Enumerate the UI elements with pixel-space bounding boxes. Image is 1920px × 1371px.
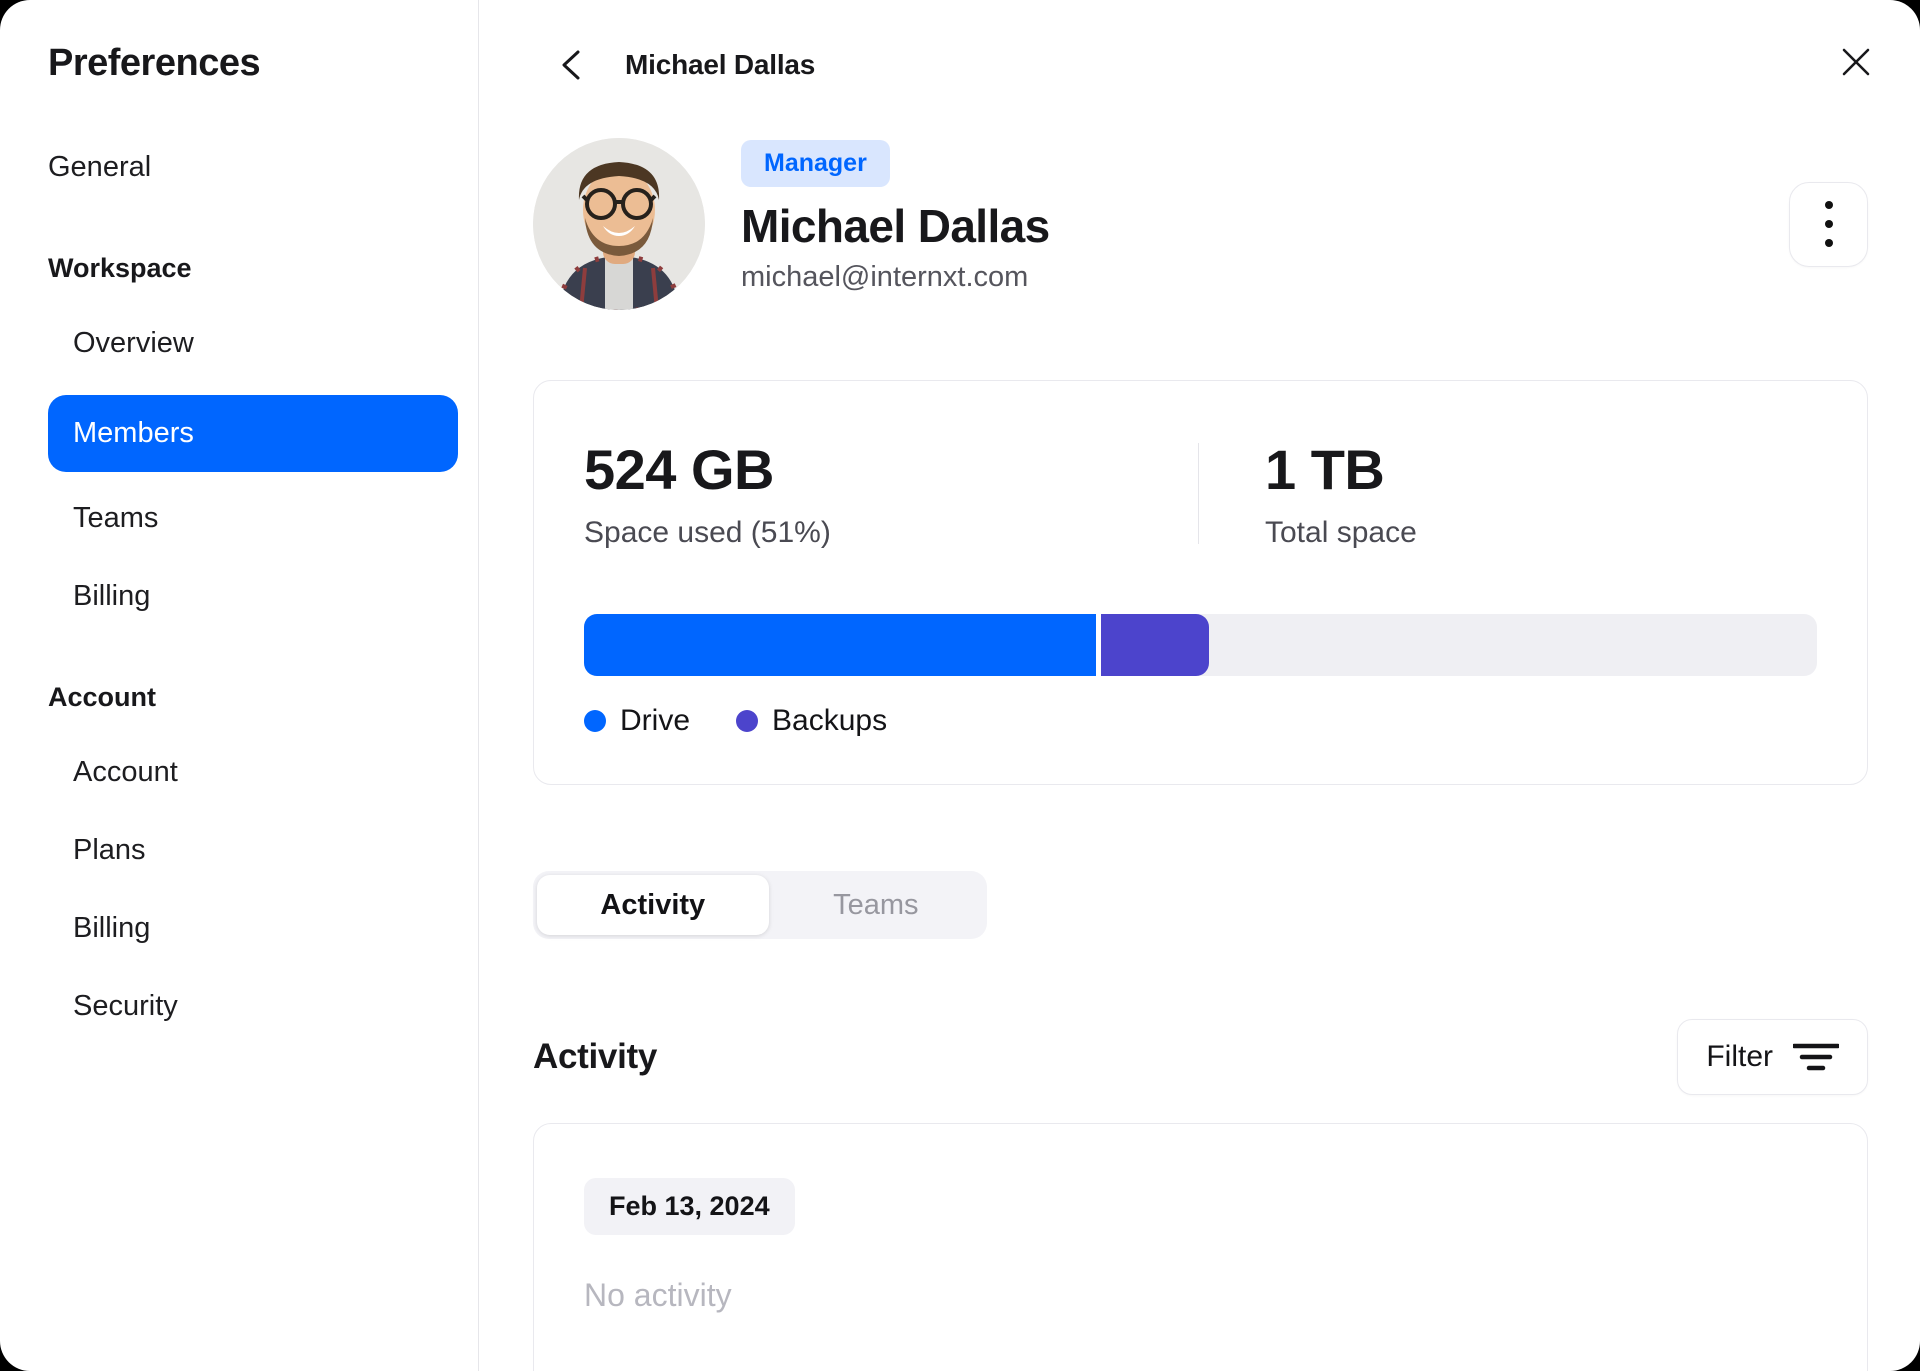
profile-info: Manager Michael Dallas michael@internxt.…: [741, 138, 1050, 294]
legend-item-drive: Drive: [584, 704, 690, 738]
tab-teams[interactable]: Teams: [769, 875, 983, 935]
filter-button[interactable]: Filter: [1677, 1019, 1868, 1095]
kebab-menu-icon: [1824, 201, 1833, 247]
sidebar-item-overview[interactable]: Overview: [48, 323, 458, 363]
sidebar-title: Preferences: [48, 42, 261, 84]
sidebar-nav: General Workspace Overview Members Teams…: [48, 147, 458, 1026]
sidebar-item-billing-workspace[interactable]: Billing: [48, 576, 458, 616]
role-badge: Manager: [741, 140, 890, 187]
drive-legend-dot: [584, 710, 606, 732]
tab-activity[interactable]: Activity: [537, 875, 769, 935]
total-space-value: 1 TB: [1265, 438, 1385, 501]
filter-lines-icon: [1793, 1042, 1839, 1072]
sidebar-item-teams[interactable]: Teams: [48, 498, 458, 538]
backups-legend-label: Backups: [772, 704, 888, 737]
member-email: michael@internxt.com: [741, 261, 1029, 293]
segment-gap: [1095, 614, 1101, 676]
back-button[interactable]: [551, 45, 591, 85]
topbar: Michael Dallas: [533, 0, 1870, 96]
sidebar-item-members[interactable]: Members: [48, 395, 458, 472]
storage-stats: 524 GB Space used (51%) 1 TB Total space: [584, 437, 1817, 550]
filter-button-label: Filter: [1706, 1040, 1773, 1073]
backups-usage-segment: [1100, 614, 1210, 676]
preferences-window: Preferences General Workspace Overview M…: [0, 0, 1920, 1371]
member-profile: Manager Michael Dallas michael@internxt.…: [533, 138, 1868, 310]
member-options-button[interactable]: [1789, 181, 1868, 267]
close-icon: [1839, 45, 1873, 79]
no-activity-text: No activity: [584, 1277, 732, 1313]
sidebar-item-security[interactable]: Security: [48, 986, 458, 1026]
space-used-value: 524 GB: [584, 438, 775, 501]
space-used-stat: 524 GB Space used (51%): [584, 437, 1198, 550]
sidebar-section-account: Account: [48, 682, 156, 712]
detail-tabs: Activity Teams: [533, 871, 987, 939]
sidebar-item-account[interactable]: Account: [48, 752, 458, 792]
total-space-label: Total space: [1265, 516, 1417, 549]
drive-usage-segment: [584, 614, 1096, 676]
avatar: [533, 138, 705, 310]
space-used-label: Space used (51%): [584, 516, 831, 549]
activity-heading: Activity: [533, 1037, 658, 1076]
activity-date-badge: Feb 13, 2024: [584, 1178, 795, 1235]
sidebar-item-plans[interactable]: Plans: [48, 830, 458, 870]
page-title: Michael Dallas: [625, 49, 816, 80]
storage-card: 524 GB Space used (51%) 1 TB Total space…: [533, 380, 1868, 785]
sidebar-item-billing-account[interactable]: Billing: [48, 908, 458, 948]
activity-header: Activity Filter: [533, 1019, 1868, 1095]
sidebar-section-workspace: Workspace: [48, 253, 192, 283]
close-button[interactable]: [1836, 42, 1876, 82]
member-name: Michael Dallas: [741, 200, 1050, 252]
chevron-left-icon: [556, 48, 586, 82]
usage-legend: Drive Backups: [584, 704, 1817, 738]
total-space-stat: 1 TB Total space: [1199, 437, 1417, 550]
sidebar: Preferences General Workspace Overview M…: [0, 0, 479, 1371]
storage-usage-bar: [584, 614, 1817, 676]
activity-card: Feb 13, 2024 No activity: [533, 1123, 1868, 1371]
backups-legend-dot: [736, 710, 759, 732]
legend-item-backups: Backups: [736, 704, 887, 738]
sidebar-item-general[interactable]: General: [48, 147, 458, 187]
member-detail-panel: Michael Dallas Manager Michael Dallas mi…: [479, 0, 1920, 1371]
drive-legend-label: Drive: [620, 704, 691, 737]
